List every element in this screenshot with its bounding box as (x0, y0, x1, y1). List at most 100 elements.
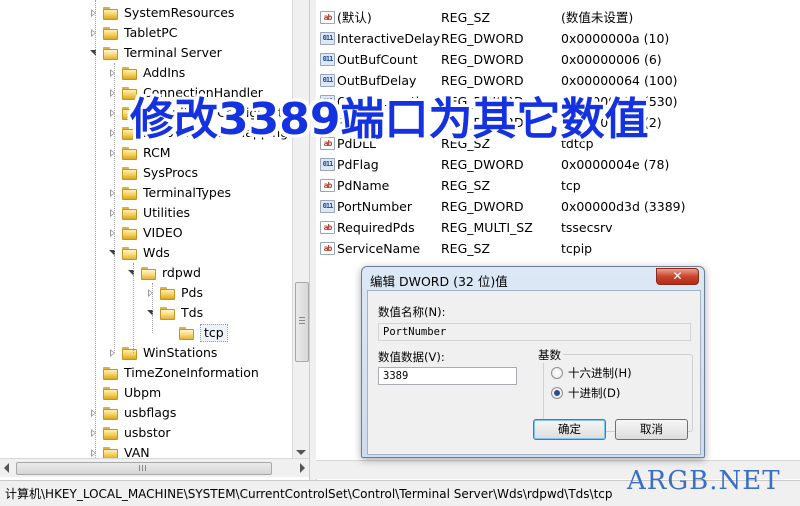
tree-node-label[interactable]: AddIns (143, 63, 185, 83)
tree-node-label[interactable]: rdpwd (162, 263, 201, 283)
value-type: REG_SZ (441, 178, 491, 193)
scroll-down-arrow-icon[interactable] (296, 450, 306, 455)
value-name: PortNumber (337, 199, 412, 214)
tree-node-label[interactable]: Tds (181, 303, 203, 323)
tree-vertical-scrollbar[interactable] (292, 0, 310, 458)
collapsed-arrow-icon[interactable] (146, 288, 156, 298)
value-data-label: 数值数据(V): (378, 350, 445, 364)
tree-node[interactable]: WinStations (108, 343, 217, 363)
tree-node[interactable]: SystemResources (89, 3, 234, 23)
tree-node[interactable]: usbstor (89, 423, 171, 443)
collapsed-arrow-icon[interactable] (89, 448, 99, 458)
ok-button[interactable]: 确定 (533, 419, 606, 440)
expanded-arrow-icon[interactable] (89, 48, 99, 58)
value-row[interactable]: ab (默认) REG_SZ (数值未设置) (316, 7, 800, 28)
collapsed-arrow-icon[interactable] (108, 88, 118, 98)
value-name: PdFlag (337, 157, 379, 172)
value-row[interactable]: ab ServiceName REG_SZ tcpip (316, 238, 800, 259)
tree-node[interactable]: usbflags (89, 403, 176, 423)
dword-value-icon: 011 (320, 32, 335, 45)
string-value-icon: ab (320, 242, 335, 255)
collapsed-arrow-icon[interactable] (108, 188, 118, 198)
tree-node[interactable]: tcp (165, 323, 228, 343)
collapsed-arrow-icon[interactable] (89, 28, 99, 38)
tree-node[interactable]: TimeZoneInformation (89, 363, 259, 383)
tree-node[interactable]: rdpwd (127, 263, 201, 283)
value-name: ServiceName (337, 241, 421, 256)
tree-node[interactable]: SysProcs (108, 163, 198, 183)
hex-radio-label[interactable]: 十六进制(H) (568, 365, 632, 381)
decimal-radio[interactable] (551, 387, 563, 399)
tree-node-label[interactable]: VIDEO (143, 223, 183, 243)
collapsed-arrow-icon[interactable] (89, 8, 99, 18)
hex-radio[interactable] (551, 367, 563, 379)
tree-node[interactable]: VIDEO (108, 223, 183, 243)
edit-dword-dialog: 编辑 DWORD (32 位)值 ✕ 数值名称(N): PortNumber 数… (361, 266, 705, 458)
collapsed-arrow-icon[interactable] (108, 68, 118, 78)
tree-node-label[interactable]: Utilities (143, 203, 190, 223)
expanded-arrow-icon[interactable] (146, 308, 156, 318)
tree-node-label[interactable]: VAN (124, 443, 150, 458)
expanded-arrow-icon[interactable] (127, 268, 137, 278)
tree-node-label[interactable]: Ubpm (124, 383, 161, 403)
tree-node-label[interactable]: tcp (200, 324, 228, 342)
expanded-arrow-icon[interactable] (108, 248, 118, 258)
tree-node-label[interactable]: TerminalTypes (143, 183, 231, 203)
value-row[interactable]: 011 OutBufCount REG_DWORD 0x00000006 (6) (316, 49, 800, 70)
tree-node-label[interactable]: Terminal Server (124, 43, 222, 63)
value-name: RequiredPds (337, 220, 415, 235)
tree-node[interactable]: AddIns (108, 63, 185, 83)
folder-icon (160, 286, 176, 300)
value-data-input[interactable]: 3389 (378, 367, 517, 385)
collapsed-arrow-icon[interactable] (108, 108, 118, 118)
tree-node-label[interactable]: usbflags (124, 403, 176, 423)
scroll-right-arrow-icon[interactable] (300, 463, 305, 473)
tree-node-label[interactable]: SysProcs (143, 163, 198, 183)
tree-node-label[interactable]: Wds (143, 243, 170, 263)
registry-tree[interactable]: SystemResources TabletPC Terminal Server Ad… (0, 0, 292, 458)
tree-node-label[interactable]: usbstor (124, 423, 171, 443)
tree-node[interactable]: Pds (146, 283, 203, 303)
value-row[interactable]: ab RequiredPds REG_MULTI_SZ tssecsrv (316, 217, 800, 238)
tree-node-label[interactable]: Pds (181, 283, 203, 303)
collapsed-arrow-icon[interactable] (89, 428, 99, 438)
tree-node[interactable]: Ubpm (89, 383, 161, 403)
tree-node-label[interactable]: SystemResources (124, 3, 234, 23)
close-button[interactable]: ✕ (656, 268, 699, 285)
value-row[interactable]: 011 PdFlag REG_DWORD 0x0000004e (78) (316, 154, 800, 175)
collapsed-arrow-icon[interactable] (108, 208, 118, 218)
scroll-left-arrow-icon[interactable] (4, 463, 9, 473)
tree-node[interactable]: Tds (146, 303, 203, 323)
tree-node[interactable]: TabletPC (89, 23, 178, 43)
tree-node[interactable]: VAN (89, 443, 150, 458)
tree-node[interactable]: Terminal Server (89, 43, 222, 63)
collapsed-arrow-icon[interactable] (108, 228, 118, 238)
tree-node-label[interactable]: WinStations (143, 343, 217, 363)
value-name-field[interactable]: PortNumber (378, 323, 691, 341)
folder-icon (122, 346, 138, 360)
collapsed-arrow-icon[interactable] (108, 148, 118, 158)
value-row[interactable]: 011 OutBufDelay REG_DWORD 0x00000064 (100) (316, 70, 800, 91)
value-type: REG_DWORD (441, 157, 524, 172)
value-row[interactable]: 011 PortNumber REG_DWORD 0x00000d3d (3389) (316, 196, 800, 217)
tree-node[interactable]: Utilities (108, 203, 190, 223)
cancel-button[interactable]: 取消 (615, 419, 688, 440)
tree-node[interactable]: TerminalTypes (108, 183, 231, 203)
collapsed-arrow-icon[interactable] (108, 348, 118, 358)
value-row[interactable]: 011 InteractiveDelay REG_DWORD 0x0000000a (… (316, 28, 800, 49)
base-group-label: 基数 (536, 347, 563, 363)
tree-node-label[interactable]: TimeZoneInformation (124, 363, 259, 383)
value-type: REG_SZ (441, 241, 491, 256)
value-row[interactable]: ab PdName REG_SZ tcp (316, 175, 800, 196)
collapsed-arrow-icon[interactable] (108, 128, 118, 138)
tree-node-label[interactable]: TabletPC (124, 23, 178, 43)
tree-scroll-thumb[interactable] (295, 282, 309, 362)
tree-hscroll-thumb[interactable] (16, 462, 272, 475)
decimal-radio-label[interactable]: 十进制(D) (568, 385, 620, 401)
value-data: tcp (561, 178, 581, 193)
collapsed-arrow-icon[interactable] (89, 408, 99, 418)
tree-horizontal-scrollbar[interactable] (0, 458, 309, 477)
tree-node[interactable]: Wds (108, 243, 170, 263)
value-name: OutBufDelay (337, 73, 417, 88)
value-type: REG_DWORD (441, 52, 524, 67)
